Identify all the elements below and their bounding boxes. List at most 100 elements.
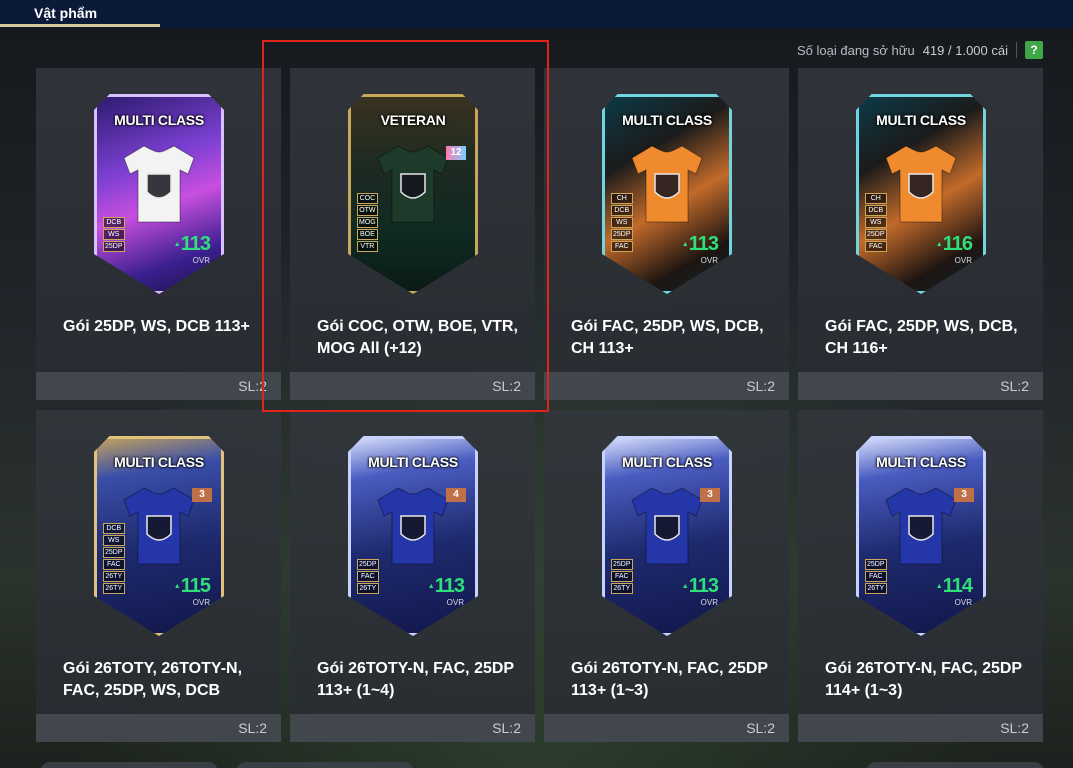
item-name: Gói COC, OTW, BOE, VTR, MOG All (+12)	[317, 318, 518, 357]
upgrade-level-badge: 3	[700, 488, 720, 502]
bottom-button-2[interactable]	[236, 762, 414, 768]
item-quantity: SL:2	[798, 372, 1043, 400]
pack-card-image: MULTI CLASS 3 25DPFAC26TY 113OVR	[602, 436, 732, 636]
season-tag: DCB	[865, 205, 887, 216]
season-tag: FAC	[865, 241, 887, 252]
item-name: Gói FAC, 25DP, WS, DCB, CH 116+	[825, 318, 1018, 357]
season-tag: 25DP	[611, 229, 633, 240]
season-tag: BOE	[357, 229, 378, 240]
pack-card-image: MULTI CLASS DCBWS25DP 113OVR	[94, 94, 224, 294]
item-name: Gói FAC, 25DP, WS, DCB, CH 113+	[571, 318, 764, 357]
item-name: Gói 26TOTY, 26TOTY-N, FAC, 25DP, WS, DCB	[63, 660, 243, 699]
upgrade-level-badge: 12	[446, 146, 466, 160]
ovr-value: 113	[428, 575, 465, 598]
owned-value: 419 / 1.000 cái	[922, 42, 1008, 58]
season-tag: WS	[103, 229, 125, 240]
season-tag: FAC	[611, 241, 633, 252]
card-class-label: VETERAN	[380, 112, 446, 128]
season-tag: COC	[357, 193, 378, 204]
card-class-label: MULTI CLASS	[114, 112, 204, 128]
item-tile[interactable]: MULTI CLASS3DCBWS25DPFAC26TY26TY115OVRGó…	[36, 410, 281, 742]
upgrade-level-badge: 4	[446, 488, 466, 502]
tab-items[interactable]: Vật phẩm	[0, 0, 160, 26]
season-tag: DCB	[103, 217, 125, 228]
tab-active-underline	[0, 24, 160, 27]
bottom-button-3[interactable]	[866, 762, 1044, 768]
ovr-value: 113	[682, 575, 719, 598]
jersey-icon	[631, 145, 703, 223]
season-tag: 26TY	[611, 583, 633, 594]
item-tile[interactable]: VETERAN 12 COC OTW MOG BOE VTR Gói COC, OTW, BO…	[290, 68, 535, 400]
season-tag: OTW	[357, 205, 378, 216]
season-tag: WS	[611, 217, 633, 228]
season-tag: WS	[103, 535, 125, 546]
ovr-label: OVR	[700, 256, 718, 265]
season-tag: FAC	[611, 571, 633, 582]
season-tag: 25DP	[865, 229, 887, 240]
season-tags: DCB WS 25DP FAC 26TY 26TY	[103, 523, 125, 594]
season-tag: 26TY	[103, 583, 125, 594]
ovr-label: OVR	[954, 256, 972, 265]
season-tag: FAC	[103, 559, 125, 570]
upgrade-level-badge: 3	[954, 488, 974, 502]
item-tile[interactable]: MULTI CLASS DCBWS25DP 113OVR Gói 25DP, WS, …	[36, 68, 281, 400]
pack-card-image: MULTI CLASS CHDCBWS25DPFAC 113OVR	[602, 94, 732, 294]
jersey-icon	[123, 487, 195, 565]
season-tag: 25DP	[611, 559, 633, 570]
season-tags: DCB WS 25DP	[103, 217, 125, 252]
season-tag: CH	[865, 193, 887, 204]
season-tag: 26TY	[865, 583, 887, 594]
season-tag: CH	[611, 193, 633, 204]
season-tag: 26TY	[357, 583, 379, 594]
owned-label: Số loại đang sở hữu	[797, 42, 915, 58]
ovr-value: 113	[174, 233, 211, 256]
card-class-label: MULTI CLASS	[368, 454, 458, 470]
jersey-icon	[123, 145, 195, 223]
season-tag: 25DP	[103, 241, 125, 252]
season-tag: 25DP	[103, 547, 125, 558]
item-tile[interactable]: MULTI CLASS CHDCBWS25DPFAC 116OVR Gói FAC, …	[798, 68, 1043, 400]
upgrade-level-badge: 3	[192, 488, 212, 502]
bottom-button-1[interactable]	[40, 762, 218, 768]
item-tile[interactable]: MULTI CLASS CHDCBWS25DPFAC 113OVR Gói FAC, …	[544, 68, 789, 400]
ovr-value: 115	[174, 575, 211, 598]
help-button[interactable]: ?	[1025, 41, 1043, 59]
item-tile[interactable]: MULTI CLASS 4 25DPFAC26TY 113OVR Gói 26TOTY-…	[290, 410, 535, 742]
ovr-label: OVR	[446, 598, 464, 607]
season-tag: FAC	[357, 571, 379, 582]
season-tags: 25DP FAC 26TY	[357, 559, 379, 594]
ovr-label: OVR	[192, 598, 210, 607]
pack-card-image: MULTI CLASS CHDCBWS25DPFAC 116OVR	[856, 94, 986, 294]
jersey-icon	[377, 487, 449, 565]
season-tags: 25DP FAC 26TY	[611, 559, 633, 594]
card-class-label: MULTI CLASS	[622, 112, 712, 128]
item-quantity: SL:2	[290, 372, 535, 400]
pack-card-image: MULTI CLASS 4 25DPFAC26TY 113OVR	[348, 436, 478, 636]
season-tag: VTR	[357, 241, 378, 252]
item-name: Gói 25DP, WS, DCB 113+	[63, 318, 250, 335]
item-quantity: SL:2	[36, 714, 281, 742]
jersey-icon	[885, 487, 957, 565]
item-quantity: SL:2	[290, 714, 535, 742]
ovr-label: OVR	[700, 598, 718, 607]
top-bar: Vật phẩm	[0, 0, 1073, 28]
item-name: Gói 26TOTY-N, FAC, 25DP 113+ (1~4)	[317, 660, 514, 699]
jersey-icon	[377, 145, 449, 223]
season-tags: 25DP FAC 26TY	[865, 559, 887, 594]
ovr-label: OVR	[192, 256, 210, 265]
owned-count: Số loại đang sở hữu 419 / 1.000 cái ?	[797, 40, 1043, 60]
season-tag: 25DP	[357, 559, 379, 570]
season-tags: COC OTW MOG BOE VTR	[357, 193, 378, 252]
card-class-label: MULTI CLASS	[876, 454, 966, 470]
item-quantity: SL:2	[544, 714, 789, 742]
ovr-value: 113	[682, 233, 719, 256]
pack-card-image: MULTI CLASS3DCBWS25DPFAC26TY26TY115OVR	[94, 436, 224, 636]
ovr-label: OVR	[954, 598, 972, 607]
jersey-icon	[885, 145, 957, 223]
season-tags: CH DCB WS 25DP FAC	[611, 193, 633, 252]
divider	[1016, 42, 1017, 58]
season-tag: MOG	[357, 217, 378, 228]
item-tile[interactable]: MULTI CLASS 3 25DPFAC26TY 113OVR Gói 26TOTY-…	[544, 410, 789, 742]
pack-card-image: VETERAN 12 COC OTW MOG BOE VTR	[348, 94, 478, 294]
item-tile[interactable]: MULTI CLASS 3 25DPFAC26TY 114OVR Gói 26TOTY-…	[798, 410, 1043, 742]
